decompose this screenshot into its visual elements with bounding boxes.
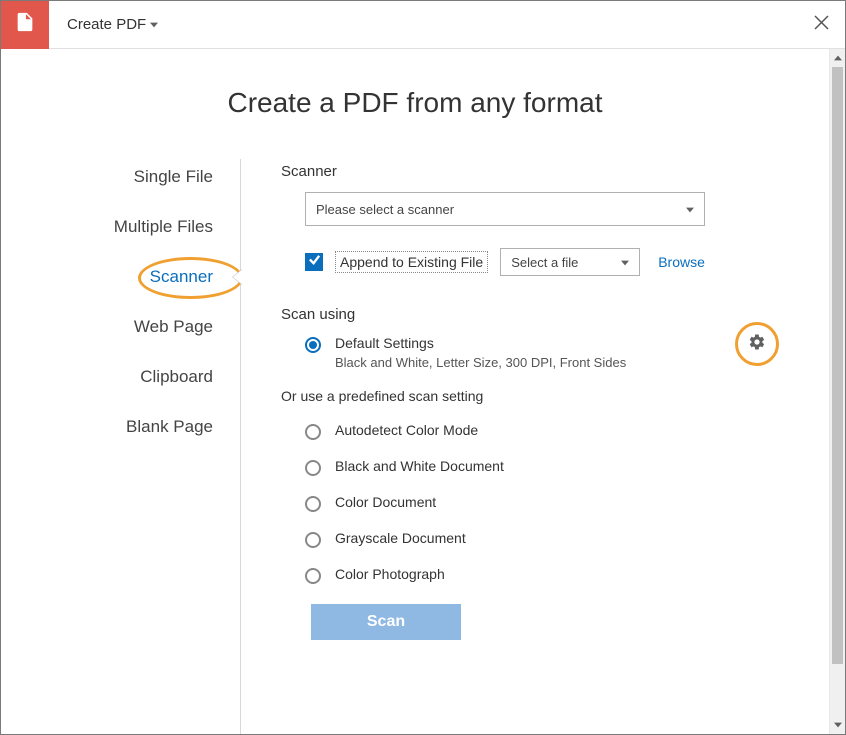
scanner-dropdown-value: Please select a scanner [316, 202, 454, 217]
append-label: Append to Existing File [335, 251, 488, 273]
radio-color-document[interactable]: Color Document [305, 494, 735, 512]
radio-label: Black and White Document [335, 458, 504, 474]
radio-button[interactable] [305, 568, 321, 584]
radio-label: Default Settings [335, 335, 626, 351]
titlebar: Create PDF [1, 1, 845, 49]
scrollbar-track[interactable] [830, 67, 845, 716]
radio-button[interactable] [305, 532, 321, 548]
scan-using-label: Scan using [281, 306, 735, 323]
radio-label: Color Document [335, 494, 436, 510]
content-panel: Scanner Please select a scanner Append t… [241, 159, 779, 640]
radio-button[interactable] [305, 424, 321, 440]
vertical-scrollbar[interactable] [829, 49, 845, 734]
create-pdf-window: Create PDF Create a PDF from any format … [0, 0, 846, 735]
or-predefined-label: Or use a predefined scan setting [281, 388, 735, 404]
scanner-dropdown[interactable]: Please select a scanner [305, 192, 705, 226]
radio-label: Grayscale Document [335, 530, 466, 546]
radio-autodetect[interactable]: Autodetect Color Mode [305, 422, 735, 440]
radio-bw-document[interactable]: Black and White Document [305, 458, 735, 476]
sidebar-item-web-page[interactable]: Web Page [134, 317, 241, 337]
radio-default-settings[interactable]: Default Settings Black and White, Letter… [305, 335, 735, 370]
chevron-down-icon [150, 16, 158, 33]
radio-color-photograph[interactable]: Color Photograph [305, 566, 735, 584]
document-icon [14, 11, 36, 38]
gear-icon [748, 333, 766, 356]
check-icon [308, 253, 321, 271]
radio-grayscale-document[interactable]: Grayscale Document [305, 530, 735, 548]
sidebar: Single File Multiple Files Scanner Web P… [31, 159, 241, 640]
sidebar-item-multiple-files[interactable]: Multiple Files [114, 217, 241, 237]
scrollbar-thumb[interactable] [832, 67, 843, 664]
sidebar-item-single-file[interactable]: Single File [134, 167, 241, 187]
sidebar-item-blank-page[interactable]: Blank Page [126, 417, 241, 437]
scroll-down-arrow[interactable] [830, 716, 845, 734]
app-icon-box [1, 1, 49, 49]
append-row: Append to Existing File Select a file Br… [305, 248, 779, 276]
chevron-down-icon [686, 202, 694, 217]
scroll-up-arrow[interactable] [830, 49, 845, 67]
file-dropdown-value: Select a file [511, 255, 578, 270]
scanner-section-label: Scanner [281, 163, 779, 180]
scroll-area: Create a PDF from any format Single File… [1, 49, 829, 734]
close-button[interactable] [797, 1, 845, 49]
radio-sublabel: Black and White, Letter Size, 300 DPI, F… [335, 355, 626, 370]
sidebar-divider [240, 159, 241, 734]
sidebar-item-scanner[interactable]: Scanner [150, 267, 241, 287]
chevron-down-icon [621, 255, 629, 270]
title-dropdown[interactable]: Create PDF [49, 16, 158, 33]
file-dropdown[interactable]: Select a file [500, 248, 640, 276]
browse-link[interactable]: Browse [658, 254, 705, 270]
radio-label: Color Photograph [335, 566, 445, 582]
radio-button[interactable] [305, 460, 321, 476]
page-heading: Create a PDF from any format [1, 87, 829, 119]
radio-label: Autodetect Color Mode [335, 422, 478, 438]
radio-button[interactable] [305, 496, 321, 512]
settings-button[interactable] [735, 322, 779, 366]
window-title: Create PDF [67, 16, 146, 33]
scan-using-row: Scan using Default Settings Black and Wh… [281, 306, 779, 640]
body: Create a PDF from any format Single File… [1, 49, 845, 734]
scan-using-block: Scan using Default Settings Black and Wh… [281, 306, 735, 640]
close-icon [814, 15, 829, 35]
radio-button[interactable] [305, 337, 321, 353]
sidebar-item-clipboard[interactable]: Clipboard [140, 367, 241, 387]
append-checkbox[interactable] [305, 253, 323, 271]
columns: Single File Multiple Files Scanner Web P… [1, 159, 829, 640]
scan-button[interactable]: Scan [311, 604, 461, 640]
